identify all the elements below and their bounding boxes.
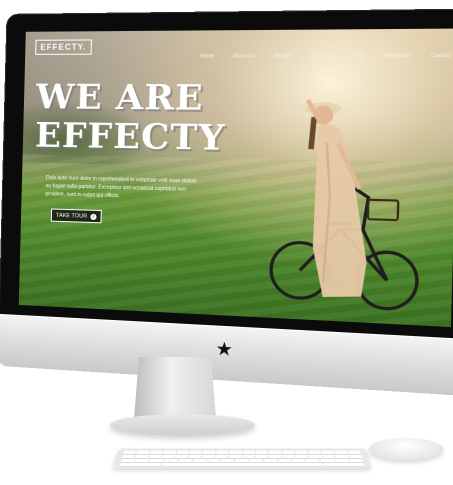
take-tour-button[interactable]: TAKE TOUR › (51, 208, 102, 223)
hero-headline: WE ARE EFFECTY (35, 80, 227, 156)
nav-item-blog[interactable]: Blog (351, 53, 363, 59)
nav-item-home[interactable]: Home (200, 53, 214, 59)
magic-mouse (369, 438, 443, 460)
take-tour-label: TAKE TOUR (56, 212, 87, 219)
imac-monitor: EFFECTY. Home About Us Service Portfolio… (0, 8, 453, 396)
website-screen: EFFECTY. Home About Us Service Portfolio… (19, 29, 453, 328)
nav-item-contact[interactable]: Contact (431, 53, 451, 60)
site-logo[interactable]: EFFECTY. (35, 39, 92, 54)
nav-item-portfolio[interactable]: Portfolio (311, 53, 332, 59)
hero-headline-line1: WE ARE (36, 80, 227, 116)
key-row (121, 459, 363, 462)
bicycle-basket (368, 200, 398, 220)
monitor-stand-base (110, 414, 255, 436)
main-navigation: Home About Us Service Portfolio Blog Sho… (200, 53, 452, 60)
key-row (122, 455, 362, 458)
key-row (120, 463, 365, 466)
hair-braid (311, 117, 314, 149)
monitor-stand-neck (134, 357, 216, 419)
woman-with-bicycle-photo (249, 68, 425, 319)
arrow-right-icon: › (90, 213, 96, 219)
nav-item-shortcodes[interactable]: Shortcodes (382, 53, 411, 60)
screen-bezel: EFFECTY. Home About Us Service Portfolio… (0, 8, 453, 341)
nav-item-about[interactable]: About Us (233, 53, 256, 59)
nav-item-service[interactable]: Service (274, 53, 293, 59)
star-logo-icon: ★ (215, 338, 233, 361)
hero-paragraph: Duis aute irure dolor in reprehenderit i… (45, 175, 201, 203)
hero-headline-line2: EFFECTY (35, 118, 226, 156)
key-row (123, 451, 361, 454)
keyboard (113, 448, 371, 468)
